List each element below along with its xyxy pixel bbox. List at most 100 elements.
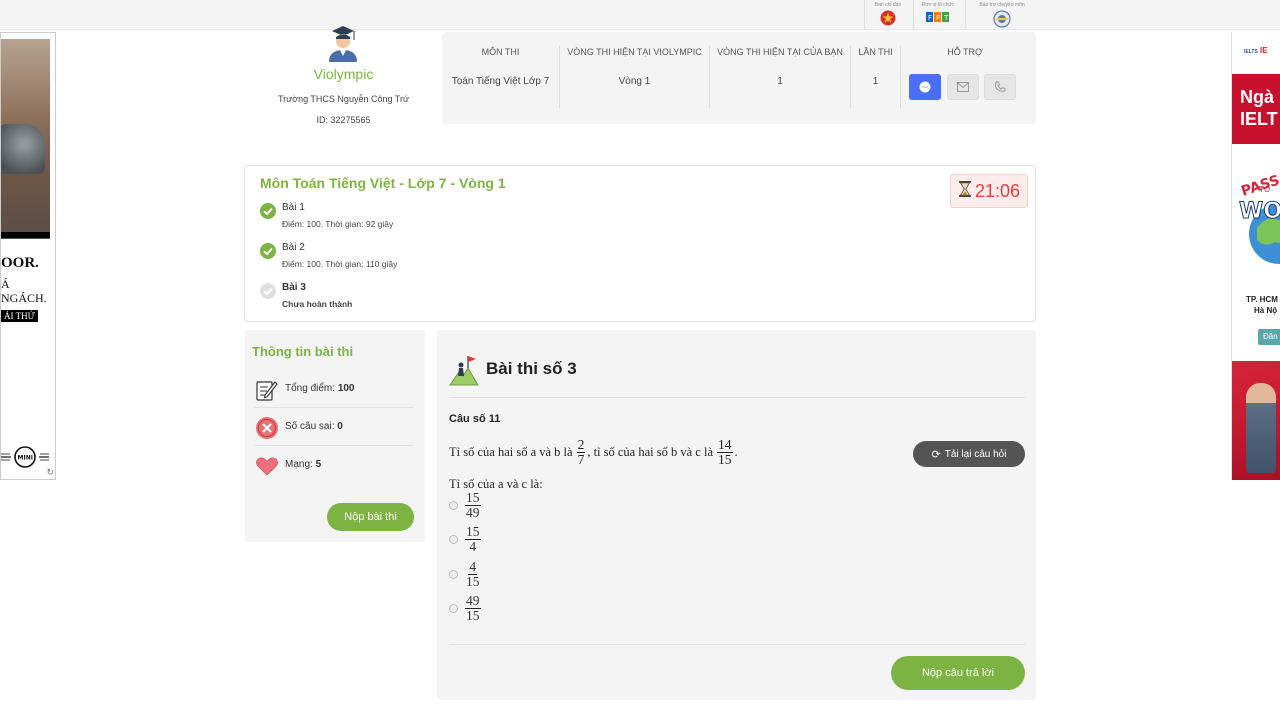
- question-set-title: Bài thi số 3: [486, 359, 577, 378]
- lesson-meta: Chưa hoàn thành: [282, 299, 353, 309]
- check-circle-icon: [260, 203, 276, 219]
- reload-label: Tải lại câu hỏi: [944, 448, 1007, 460]
- question-number: Câu số 11: [449, 413, 501, 425]
- reload-question-button[interactable]: ⟳ Tải lại câu hỏi: [913, 441, 1025, 467]
- refresh-icon: ⟳: [931, 448, 941, 461]
- svg-text:P: P: [936, 14, 940, 22]
- column-header: MÔN THI: [481, 47, 520, 57]
- stat-label: Mạng:: [285, 459, 316, 470]
- mini-brand-text: MINI: [18, 455, 33, 462]
- ad-brand: IELTS IE: [1244, 46, 1268, 55]
- total-score: Tổng điểm: 100: [255, 370, 413, 408]
- check-circle-icon: [260, 283, 276, 299]
- edit-note-icon: [255, 378, 279, 402]
- ad-corner-icon[interactable]: ↻: [46, 467, 54, 478]
- ad-headline-line: Ngà: [1240, 87, 1275, 107]
- exam-info-title: Thông tin bài thi: [252, 344, 354, 359]
- heart-icon: [255, 454, 279, 478]
- ad-headline-line: IELT: [1240, 109, 1278, 129]
- divider: [965, 0, 966, 30]
- violympic-logo: Violympic: [313, 66, 374, 82]
- radio-button[interactable]: [449, 501, 458, 510]
- radio-button[interactable]: [449, 604, 458, 613]
- divider: [449, 397, 1025, 398]
- column-header: LẦN THI: [858, 47, 893, 57]
- left-advertisement[interactable]: OOR. Á NGÁCH. ÁI THỬ MINI ↻: [0, 32, 56, 480]
- sponsor-caption: Bảo trợ chuyên môn: [979, 2, 1025, 8]
- wrong-answers: Số câu sai: 0: [255, 408, 413, 446]
- answer-option[interactable]: 4 15: [449, 560, 483, 589]
- stat-value: 100: [337, 383, 355, 394]
- hourglass-icon: [958, 180, 972, 203]
- fraction: 27: [576, 437, 586, 467]
- lesson-name: Bài 3: [282, 282, 306, 293]
- fraction: 15 4: [465, 524, 481, 554]
- sponsor-organizer[interactable]: Đơn vị tổ chức FPT: [914, 1, 962, 29]
- submit-exam-button[interactable]: Nộp bài thi: [327, 503, 414, 531]
- column-value: 1: [872, 76, 879, 87]
- column-violympic-round: VÒNG THI HIỆN TẠI VIOLYMPIC Vòng 1: [560, 46, 710, 108]
- sponsor-expert[interactable]: Bảo trợ chuyên môn: [974, 1, 1030, 29]
- mountain-flag-icon: [449, 354, 479, 386]
- column-header: VÒNG THI HIỆN TẠI VIOLYMPIC: [567, 47, 702, 57]
- radio-button[interactable]: [449, 570, 458, 579]
- right-advertisement[interactable]: IELTS IE Ngà IELT PASS TO WO TP. HCM Hà …: [1231, 32, 1280, 480]
- mail-icon: [957, 82, 969, 92]
- question-text-part: , tỉ số của hai số b và c là: [587, 445, 713, 459]
- lesson-name: Bài 2: [282, 242, 305, 253]
- stat-label: Số câu sai:: [285, 421, 338, 432]
- messenger-button[interactable]: [909, 74, 941, 100]
- stat-value: 5: [315, 459, 322, 470]
- messenger-icon: [919, 81, 931, 93]
- question-prompt: Tỉ số của a và c là:: [449, 477, 543, 491]
- answer-option[interactable]: 49 15: [449, 594, 483, 623]
- ad-headline: OOR.: [1, 255, 39, 271]
- fraction: 4 15: [466, 559, 480, 589]
- answer-option[interactable]: 15 49: [449, 491, 483, 520]
- lesson-name: Bài 1: [282, 202, 305, 213]
- lesson-meta: Điểm: 100. Thời gian: 110 giây: [282, 259, 398, 269]
- svg-text:F: F: [928, 14, 932, 22]
- phone-icon: [994, 81, 1006, 92]
- ad-cta[interactable]: ÁI THỬ: [1, 310, 38, 322]
- column-subject: MÔN THI Toán Tiếng Việt Lớp 7: [442, 46, 560, 108]
- sponsor-caption: Đơn vị tổ chức: [921, 2, 955, 8]
- top-bar: Ban chỉ đạo Đơn vị tổ chức FPT Bảo trợ c…: [0, 0, 1280, 30]
- user-profile: Violympic Trường THCS Nguyễn Công Trứ ID…: [256, 20, 431, 128]
- mini-logo-icon: MINI: [1, 446, 49, 468]
- ad-band: [1, 232, 50, 238]
- exam-info-table: MÔN THI Toán Tiếng Việt Lớp 7 VÒNG THI H…: [442, 32, 1036, 124]
- email-button[interactable]: [947, 74, 979, 100]
- check-circle-icon: [260, 243, 276, 259]
- column-value: Toán Tiếng Việt Lớp 7: [451, 76, 550, 87]
- column-your-round: VÒNG THI HIỆN TẠI CỦA BẠN 1: [710, 46, 851, 108]
- submit-answer-button[interactable]: Nộp câu trả lời: [891, 656, 1025, 690]
- lives: Mạng: 5: [255, 446, 413, 484]
- column-header: VÒNG THI HIỆN TẠI CỦA BẠN: [717, 47, 843, 57]
- user-id: ID: 32275565: [316, 115, 371, 125]
- ad-people-photo: [1232, 361, 1280, 480]
- lesson-meta: Điểm: 100. Thời gian: 92 giây: [282, 219, 394, 229]
- stat-value: 0: [337, 421, 343, 432]
- exam-info-panel: Thông tin bài thi Tổng điểm: 100 Số câu …: [245, 330, 425, 542]
- timer-value: 21:06: [974, 180, 1021, 201]
- sponsor-caption: Ban chỉ đạo: [874, 2, 902, 8]
- answer-option[interactable]: 15 4: [449, 525, 483, 554]
- ad-register-button[interactable]: Đăn: [1258, 329, 1280, 345]
- ad-line: Á: [1, 277, 10, 291]
- ad-cities: TP. HCM Hà Nộ: [1246, 295, 1278, 315]
- svg-text:TO: TO: [1258, 185, 1270, 194]
- ad-photo: [1, 39, 50, 239]
- radio-button[interactable]: [449, 535, 458, 544]
- car-image: [1, 124, 45, 174]
- exam-progress-card: Môn Toán Tiếng Việt - Lớp 7 - Vòng 1 21:…: [244, 165, 1036, 322]
- phone-button[interactable]: [984, 74, 1016, 100]
- question-text-part: Tỉ số của hai số a và b là: [449, 445, 573, 459]
- exam-title: Môn Toán Tiếng Việt - Lớp 7 - Vòng 1: [260, 175, 506, 191]
- countdown-timer: 21:06: [950, 174, 1028, 208]
- column-attempt: LẦN THI 1: [851, 46, 901, 108]
- ad-line: NGÁCH.: [1, 291, 47, 305]
- close-circle-icon: [255, 416, 279, 440]
- sponsor-steering[interactable]: Ban chỉ đạo: [864, 1, 912, 29]
- fpt-logo-icon: FPT: [926, 10, 950, 28]
